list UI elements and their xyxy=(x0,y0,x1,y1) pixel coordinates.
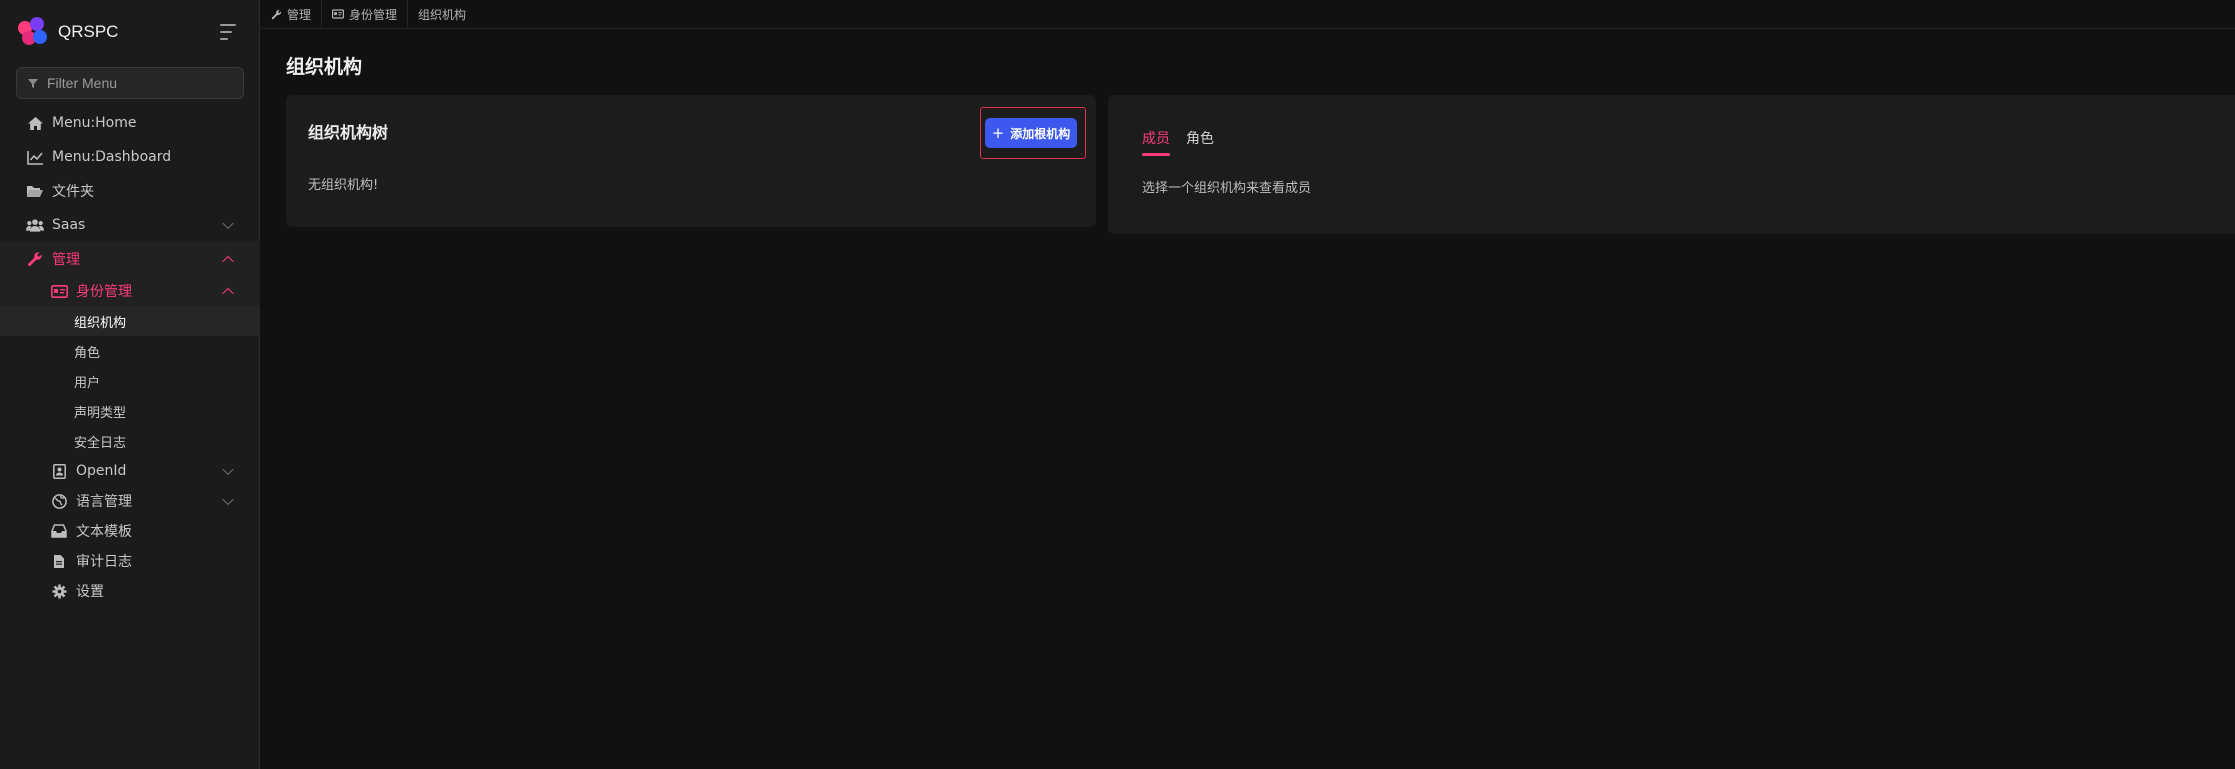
sidebar-item-organization-units[interactable]: 组织机构 xyxy=(0,306,260,336)
sidebar-item-label: 审计日志 xyxy=(76,554,132,570)
breadcrumb-item-organization-units[interactable]: 组织机构 xyxy=(408,0,476,29)
chevron-up-icon xyxy=(222,255,234,268)
gear-icon xyxy=(50,582,68,600)
members-card: 成员 角色 选择一个组织机构来查看成员 xyxy=(1108,95,2235,234)
sidebar-item-identity[interactable]: 身份管理 xyxy=(0,276,260,306)
sidebar-item-roles[interactable]: 角色 xyxy=(0,336,260,366)
brand-logo xyxy=(18,17,48,47)
sidebar-item-label: 管理 xyxy=(52,252,80,268)
plus-icon: + xyxy=(991,124,1005,142)
sidebar-item-saas[interactable]: Saas xyxy=(0,208,260,242)
sidebar-item-security-logs[interactable]: 安全日志 xyxy=(0,426,260,456)
select-unit-hint: 选择一个组织机构来查看成员 xyxy=(1142,181,1312,196)
sidebar-item-label: Menu:Dashboard xyxy=(52,149,172,165)
sidebar-item-label: 文件夹 xyxy=(52,184,94,200)
file-icon xyxy=(50,552,68,570)
chevron-up-icon xyxy=(222,287,234,300)
breadcrumb-item-identity[interactable]: 身份管理 xyxy=(322,0,409,29)
sidebar-item-label: 设置 xyxy=(76,584,104,600)
sidebar-item-label: 语言管理 xyxy=(76,494,132,510)
sidebar-item-label: 安全日志 xyxy=(74,435,127,451)
sidebar-item-openid[interactable]: OpenId xyxy=(0,456,260,486)
brand[interactable]: QRSPC xyxy=(18,14,242,50)
sidebar-item-audit-logs[interactable]: 审计日志 xyxy=(0,546,260,576)
users-icon xyxy=(26,216,44,234)
organization-tree-card: 组织机构树 + 添加根机构 无组织机构! xyxy=(286,95,1096,227)
breadcrumb-label: 管理 xyxy=(287,7,312,22)
no-organization-units-text: 无组织机构! xyxy=(308,178,379,193)
sidebar-item-settings[interactable]: 设置 xyxy=(0,576,260,606)
page-title: 组织机构 xyxy=(286,56,363,78)
chevron-down-icon xyxy=(222,217,234,230)
sidebar: QRSPC Menu:Home Menu:Dashboard 文件夹 Saas xyxy=(0,0,260,769)
sidebar-item-label: OpenId xyxy=(76,463,127,479)
breadcrumb-item-admin[interactable]: 管理 xyxy=(261,0,323,29)
chevron-down-icon xyxy=(222,463,234,476)
sidebar-item-label: 声明类型 xyxy=(74,405,127,421)
id-card-icon xyxy=(332,9,345,19)
home-icon xyxy=(26,114,44,132)
openid-icon xyxy=(50,462,68,480)
sidebar-item-label: 用户 xyxy=(74,375,101,391)
chart-line-icon xyxy=(26,148,44,166)
sidebar-item-text-templates[interactable]: 文本模板 xyxy=(0,516,260,546)
brand-title: QRSPC xyxy=(58,22,119,41)
sidebar-item-languages[interactable]: 语言管理 xyxy=(0,486,260,516)
breadcrumb-label: 组织机构 xyxy=(418,7,467,22)
sidebar-item-label: Saas xyxy=(52,217,86,233)
folder-open-icon xyxy=(26,182,44,200)
inbox-icon xyxy=(50,522,68,540)
sidebar-item-users[interactable]: 用户 xyxy=(0,366,260,396)
filter-icon xyxy=(28,79,38,88)
sidebar-item-label: Menu:Home xyxy=(52,115,137,131)
filter-menu-field[interactable] xyxy=(16,67,244,99)
sidebar-item-dashboard[interactable]: Menu:Dashboard xyxy=(0,140,260,174)
sidebar-item-label: 组织机构 xyxy=(74,315,127,331)
tab-roles[interactable]: 角色 xyxy=(1186,128,1214,156)
wrench-icon xyxy=(26,250,44,268)
sidebar-menu: Menu:Home Menu:Dashboard 文件夹 Saas 管理 身份管… xyxy=(0,106,260,606)
sidebar-item-claim-types[interactable]: 声明类型 xyxy=(0,396,260,426)
tab-members[interactable]: 成员 xyxy=(1142,128,1170,156)
members-tabs: 成员 角色 xyxy=(1142,128,1230,156)
filter-menu-input[interactable] xyxy=(47,75,237,91)
globe-icon xyxy=(50,492,68,510)
add-root-unit-label: 添加根机构 xyxy=(1010,126,1071,141)
wrench-icon xyxy=(271,9,282,19)
add-root-unit-button[interactable]: + 添加根机构 xyxy=(985,118,1077,148)
collapse-menu-icon[interactable] xyxy=(220,24,238,40)
app-root: QRSPC Menu:Home Menu:Dashboard 文件夹 Saas xyxy=(0,0,2235,769)
organization-tree-title: 组织机构树 xyxy=(308,123,389,142)
chevron-down-icon xyxy=(222,493,234,506)
breadcrumb-label: 身份管理 xyxy=(349,7,398,22)
sidebar-item-label: 身份管理 xyxy=(76,284,132,300)
sidebar-item-admin[interactable]: 管理 xyxy=(0,242,260,276)
sidebar-item-folder[interactable]: 文件夹 xyxy=(0,174,260,208)
sidebar-item-label: 文本模板 xyxy=(76,524,132,540)
sidebar-item-home[interactable]: Menu:Home xyxy=(0,106,260,140)
add-root-unit-highlight: + 添加根机构 xyxy=(980,107,1086,159)
breadcrumb: 管理 身份管理 组织机构 xyxy=(261,0,2235,29)
sidebar-item-label: 角色 xyxy=(74,345,101,361)
id-card-icon xyxy=(50,282,68,300)
